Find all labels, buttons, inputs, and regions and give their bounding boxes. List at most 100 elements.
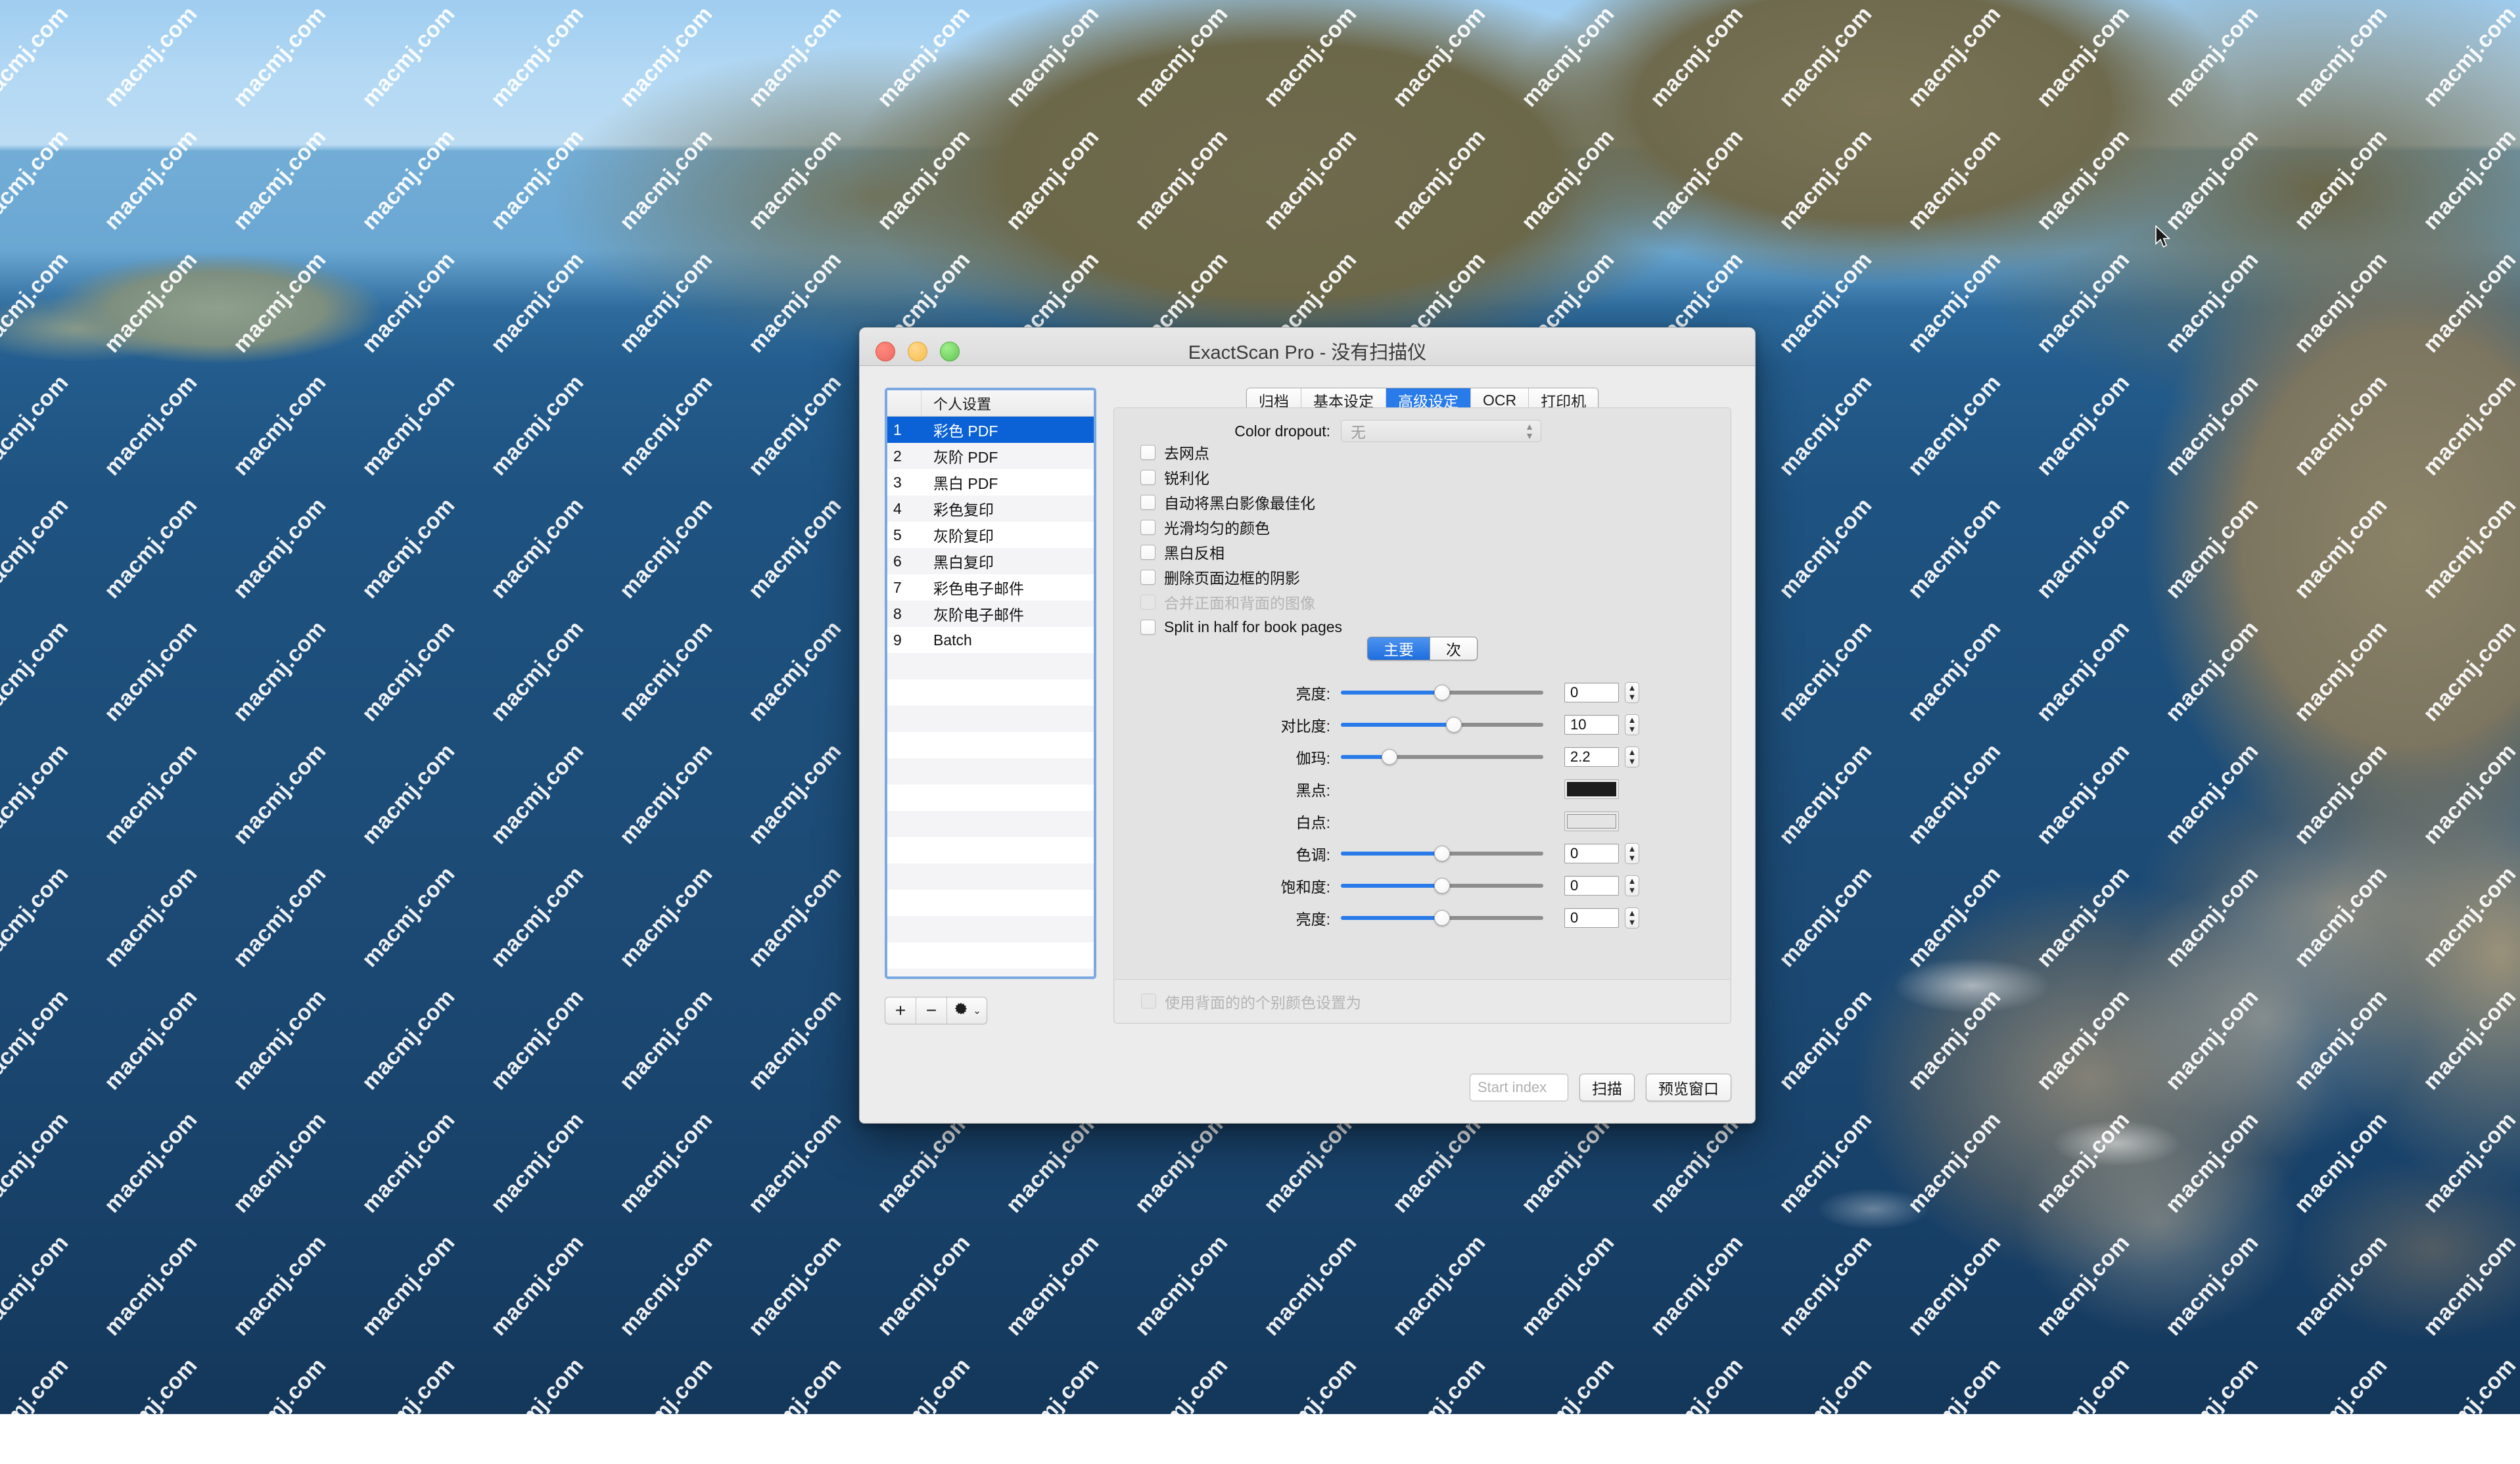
slider-thumb[interactable]: [1382, 749, 1397, 765]
chevron-up-icon[interactable]: ▲: [1628, 716, 1637, 725]
preset-row[interactable]: 4彩色复印: [887, 495, 1094, 522]
value-input[interactable]: 0: [1564, 683, 1619, 702]
preview-window-button[interactable]: 预览窗口: [1646, 1074, 1731, 1101]
preset-row-empty[interactable]: [887, 811, 1094, 837]
preset-row-empty[interactable]: [887, 679, 1094, 706]
chevron-up-icon[interactable]: ▲: [1628, 909, 1637, 918]
preset-row-empty[interactable]: [887, 942, 1094, 969]
chevron-up-icon[interactable]: ▲: [1628, 683, 1637, 693]
preset-row-empty[interactable]: [887, 732, 1094, 758]
preset-row-empty[interactable]: [887, 758, 1094, 785]
chevron-up-icon[interactable]: ▲: [1628, 748, 1637, 757]
value-input[interactable]: 0: [1564, 876, 1619, 896]
chevron-down-icon[interactable]: ▼: [1628, 693, 1637, 702]
preset-row-empty[interactable]: [887, 785, 1094, 811]
option-label: 去网点: [1164, 441, 1209, 463]
slider-thumb[interactable]: [1434, 846, 1450, 861]
value-input[interactable]: 2.2: [1564, 747, 1619, 767]
slider-thumb[interactable]: [1446, 717, 1462, 733]
window-titlebar[interactable]: ExactScan Pro - 没有扫描仪: [860, 328, 1755, 366]
chevron-up-icon[interactable]: ▲: [1628, 844, 1637, 854]
stepper-updown[interactable]: ▲▼: [1625, 875, 1639, 896]
option-row[interactable]: 删除页面边框的阴影: [1140, 564, 1342, 589]
option-row[interactable]: 光滑均匀的颜色: [1140, 515, 1342, 539]
segment-次[interactable]: 次: [1430, 637, 1477, 660]
value-input[interactable]: 10: [1564, 715, 1619, 735]
option-label: 删除页面边框的阴影: [1164, 566, 1300, 588]
stepper-updown[interactable]: ▲▼: [1625, 714, 1639, 735]
stepper-updown[interactable]: ▲▼: [1625, 843, 1639, 864]
stepper-updown[interactable]: ▲▼: [1625, 907, 1639, 928]
slider-色调[interactable]: [1341, 846, 1543, 861]
surf-foam: [1775, 867, 2520, 1288]
preset-row-empty[interactable]: [887, 890, 1094, 916]
chevron-up-icon[interactable]: ▲: [1628, 877, 1637, 886]
presets-list[interactable]: 个人设置 1彩色 PDF2灰阶 PDF3黑白 PDF4彩色复印5灰阶复印6黑白复…: [885, 388, 1096, 979]
preset-name: 彩色 PDF: [922, 419, 998, 441]
preset-row[interactable]: 9Batch: [887, 627, 1094, 653]
backside-color-checkbox-row[interactable]: 使用背面的的个别颜色设置为: [1141, 989, 1361, 1014]
option-label: 合并正面和背面的图像: [1164, 591, 1315, 613]
color-swatch-white[interactable]: [1564, 812, 1619, 831]
slider-fill: [1341, 916, 1442, 920]
slider-饱和度[interactable]: [1341, 878, 1543, 894]
slider-亮度[interactable]: [1341, 685, 1543, 700]
add-preset-button[interactable]: +: [885, 997, 916, 1024]
segment-主要[interactable]: 主要: [1368, 637, 1430, 660]
checkbox-icon[interactable]: [1141, 994, 1156, 1009]
checkbox-icon[interactable]: [1140, 470, 1155, 485]
preset-row[interactable]: 3黑白 PDF: [887, 469, 1094, 495]
option-row[interactable]: Split in half for book pages: [1140, 614, 1342, 639]
value-input[interactable]: 0: [1564, 908, 1619, 928]
slider-亮度[interactable]: [1341, 910, 1543, 926]
preset-row-empty[interactable]: [887, 863, 1094, 890]
preset-row[interactable]: 1彩色 PDF: [887, 417, 1094, 443]
checkbox-icon[interactable]: [1140, 545, 1155, 560]
checkbox-icon[interactable]: [1140, 495, 1155, 510]
slider-伽玛[interactable]: [1341, 749, 1543, 765]
slider-thumb[interactable]: [1434, 910, 1450, 926]
chevron-down-icon[interactable]: ▼: [1628, 886, 1637, 895]
chevron-down-icon[interactable]: ▼: [1628, 757, 1637, 766]
color-swatch-black[interactable]: [1564, 779, 1619, 799]
preset-row-empty[interactable]: [887, 837, 1094, 863]
preset-row[interactable]: 5灰阶复印: [887, 522, 1094, 548]
stepper-updown[interactable]: ▲▼: [1625, 746, 1639, 767]
chevron-down-icon[interactable]: ▼: [1628, 854, 1637, 863]
option-row[interactable]: 黑白反相: [1140, 539, 1342, 564]
control-label: 亮度:: [1114, 681, 1341, 704]
stepper-updown[interactable]: ▲▼: [1625, 682, 1639, 703]
preset-row[interactable]: 6黑白复印: [887, 548, 1094, 574]
chevron-down-icon[interactable]: ▼: [1628, 725, 1637, 734]
preset-index: 1: [887, 421, 922, 439]
preset-row[interactable]: 7彩色电子邮件: [887, 574, 1094, 601]
preset-row-empty[interactable]: [887, 969, 1094, 979]
scan-button[interactable]: 扫描: [1579, 1074, 1635, 1101]
preset-row-empty[interactable]: [887, 653, 1094, 679]
preset-index: 7: [887, 579, 922, 597]
option-row[interactable]: 锐利化: [1140, 465, 1342, 490]
preset-row-empty[interactable]: [887, 916, 1094, 942]
preset-name: 灰阶 PDF: [922, 445, 998, 467]
slider-thumb[interactable]: [1434, 878, 1450, 894]
color-dropout-select[interactable]: 无 ▲▼: [1341, 420, 1541, 442]
checkbox-icon[interactable]: [1140, 520, 1155, 535]
side-segmented-control: 主要次: [1367, 637, 1478, 660]
checkbox-icon[interactable]: [1140, 570, 1155, 585]
checkbox-icon[interactable]: [1140, 445, 1155, 460]
preset-actions-button[interactable]: ⌄: [947, 997, 987, 1024]
checkbox-icon[interactable]: [1140, 620, 1155, 635]
preset-row-empty[interactable]: [887, 706, 1094, 732]
window-title: ExactScan Pro - 没有扫描仪: [860, 337, 1755, 365]
option-row[interactable]: 去网点: [1140, 440, 1342, 465]
value-input[interactable]: 0: [1564, 844, 1619, 863]
remove-preset-button[interactable]: −: [916, 997, 947, 1024]
preset-row[interactable]: 2灰阶 PDF: [887, 443, 1094, 469]
option-row[interactable]: 自动将黑白影像最佳化: [1140, 490, 1342, 515]
preset-row[interactable]: 8灰阶电子邮件: [887, 601, 1094, 627]
chevron-down-icon[interactable]: ▼: [1628, 918, 1637, 927]
color-dropout-value: 无: [1351, 420, 1366, 442]
start-index-input[interactable]: Start index: [1470, 1074, 1568, 1101]
slider-对比度[interactable]: [1341, 717, 1543, 733]
slider-thumb[interactable]: [1434, 685, 1450, 700]
